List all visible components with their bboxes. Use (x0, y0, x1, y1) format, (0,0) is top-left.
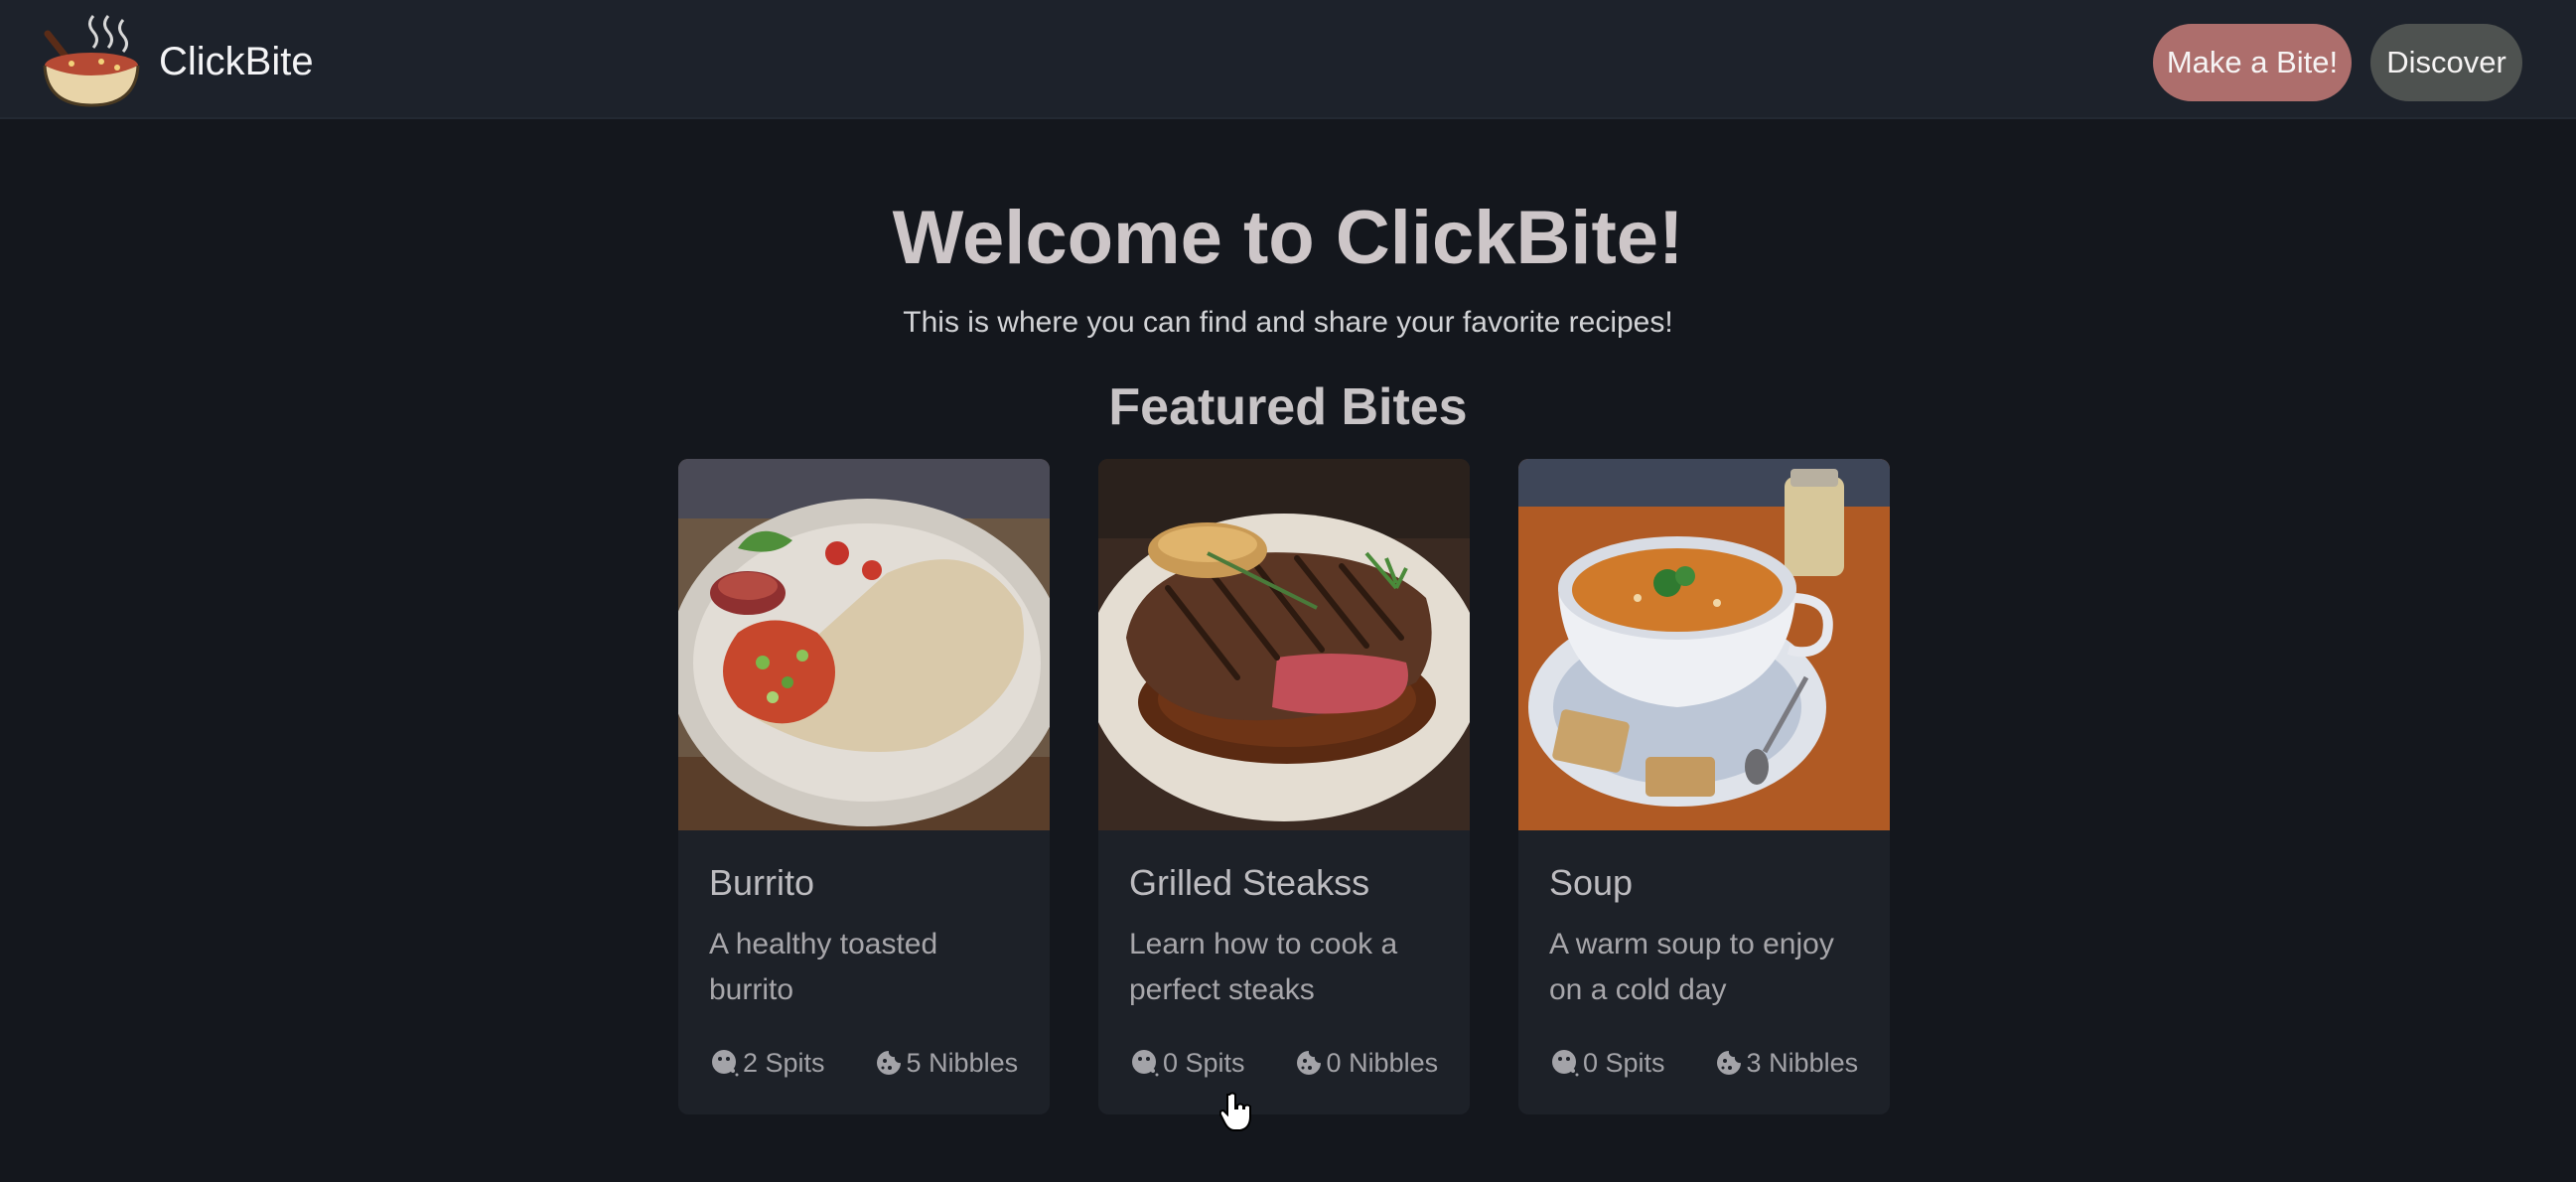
cookie-icon (1296, 1051, 1321, 1075)
page-title: Welcome to ClickBite! (892, 196, 1684, 280)
card-description: A healthy toasted burrito (709, 928, 938, 1006)
spits-count: 2 Spits (743, 1047, 825, 1078)
card-description: A warm soup to enjoy on a cold day (1549, 928, 1834, 1006)
nibbles-count: 0 Nibbles (1326, 1047, 1439, 1078)
nibbles-count: 5 Nibbles (906, 1047, 1019, 1078)
make-a-bite-button[interactable]: Make a Bite! (2153, 24, 2352, 101)
nibbles-stat: 3 Nibbles (1713, 1047, 1859, 1079)
discover-button[interactable]: Discover (2370, 24, 2522, 101)
card-stats: 2 Spits 5 Nibbles (709, 1047, 1037, 1079)
recipe-card-grilled-steakss[interactable]: Grilled Steakss Learn how to cook a perf… (1098, 459, 1470, 1114)
steak-image (1098, 459, 1470, 830)
spit-face-icon (1132, 1050, 1159, 1077)
card-description: Learn how to cook a perfect steaks (1129, 928, 1398, 1006)
cookie-icon (1716, 1051, 1741, 1075)
brand-link[interactable]: ClickBite (38, 12, 314, 111)
card-title: Burrito (709, 862, 815, 903)
spits-stat: 0 Spits (1129, 1047, 1245, 1079)
featured-bites-heading: Featured Bites (1108, 378, 1468, 436)
nibbles-stat: 5 Nibbles (873, 1047, 1019, 1079)
recipe-card-burrito[interactable]: Burrito A healthy toasted burrito 2 Spit… (678, 459, 1050, 1114)
navbar: ClickBite Make a Bite! Discover (0, 0, 2576, 119)
nibbles-count: 3 Nibbles (1746, 1047, 1859, 1078)
soup-image (1518, 459, 1890, 830)
spit-face-icon (1552, 1050, 1579, 1077)
card-stats: 0 Spits 3 Nibbles (1549, 1047, 1877, 1079)
card-stats: 0 Spits 0 Nibbles (1129, 1047, 1457, 1079)
spits-count: 0 Spits (1583, 1047, 1665, 1078)
spits-stat: 2 Spits (709, 1047, 825, 1079)
recipe-card-soup[interactable]: Soup A warm soup to enjoy on a cold day … (1518, 459, 1890, 1114)
page-subtitle: This is where you can find and share you… (903, 306, 1673, 339)
nibbles-stat: 0 Nibbles (1293, 1047, 1439, 1079)
card-title: Soup (1549, 862, 1634, 903)
burrito-image (678, 459, 1050, 830)
brand-name: ClickBite (159, 39, 314, 83)
soup-bowl-logo-icon (43, 15, 140, 107)
spit-face-icon (712, 1050, 739, 1077)
cookie-icon (876, 1051, 901, 1075)
card-title: Grilled Steakss (1129, 862, 1370, 903)
hand-pointer-icon (1219, 1092, 1251, 1131)
spits-stat: 0 Spits (1549, 1047, 1665, 1079)
spits-count: 0 Spits (1163, 1047, 1245, 1078)
